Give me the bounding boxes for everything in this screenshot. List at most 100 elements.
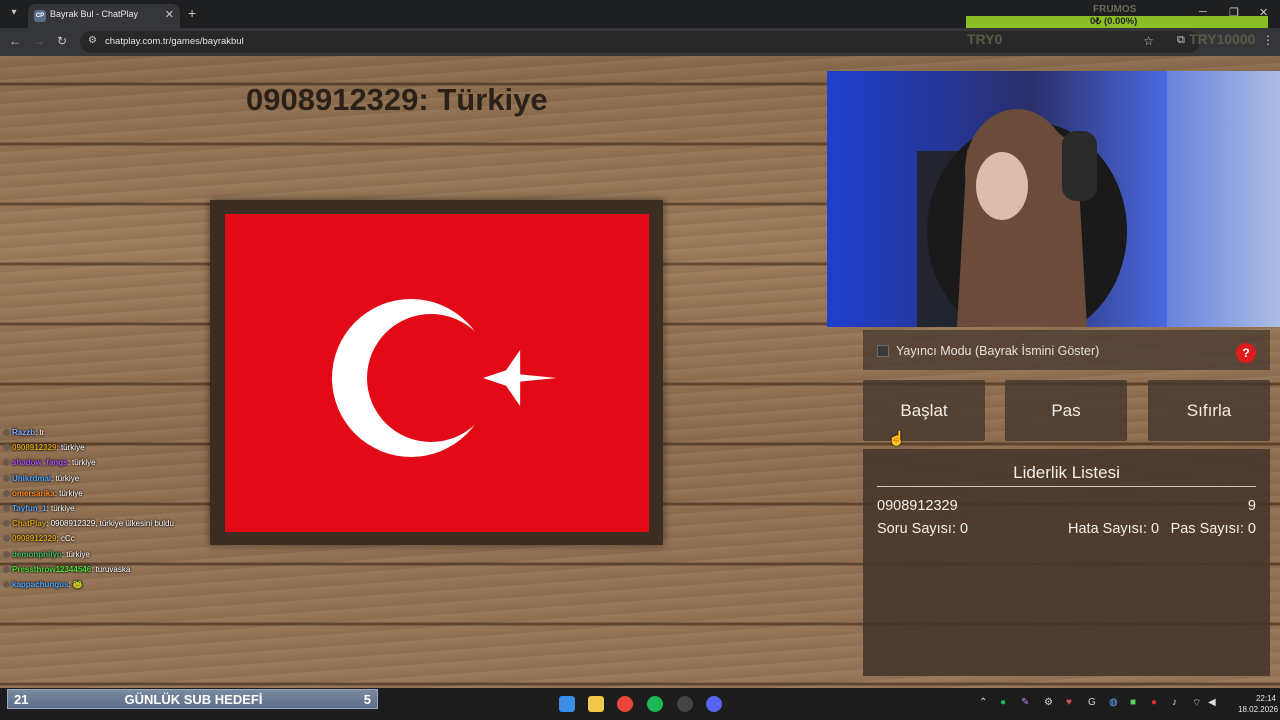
tray-record-icon[interactable]: ●: [1151, 697, 1157, 708]
chat-text: türkiye: [50, 503, 75, 513]
chat-username: ChatPlay: [12, 519, 47, 529]
chat-message: ChatPlay: 0908912329, türkiye ülkesini b…: [3, 519, 203, 534]
chat-text: türkiye: [66, 549, 90, 559]
chat-username: kappachungus: [12, 579, 69, 589]
chat-text: tr: [39, 428, 45, 437]
address-bar[interactable]: ⚙ chatplay.com.tr/games/bayrakbul ☆: [80, 31, 1200, 53]
tray-chevron-icon[interactable]: ⌃: [979, 697, 987, 708]
leaderboard: Liderlik Listesi 0908912329 9 Soru Sayıs…: [863, 449, 1270, 676]
url-text[interactable]: chatplay.com.tr/games/bayrakbul: [105, 36, 244, 47]
tray-pen-icon[interactable]: ✎: [1021, 697, 1029, 708]
chat-username: Unikrdmal: [12, 473, 52, 483]
reset-button[interactable]: Sıfırla: [1148, 380, 1270, 441]
sub-goal-bar: GÜNLÜK SUB HEDEFİ 21 5: [7, 689, 378, 709]
leaderboard-player-score: 9: [1247, 498, 1256, 514]
overlay-label: FRUMOS: [1093, 4, 1137, 15]
tray-nvidia-icon[interactable]: ■: [1130, 697, 1136, 708]
chat-badge-icon: [3, 580, 10, 588]
leaderboard-title: Liderlik Listesi: [1013, 463, 1120, 482]
chat-message: Pressthrow12344546: turuvaska: [3, 565, 203, 580]
chat-badge-icon: [3, 474, 10, 482]
streamer-mode-row: Yayıncı Modu (Bayrak İsmini Göster) ?: [863, 330, 1270, 370]
chat-message: shadow_fangs: türkiye: [3, 458, 203, 473]
tab-active[interactable]: CP Bayrak Bul - ChatPlay ✕: [28, 4, 180, 28]
streamer-mode-checkbox[interactable]: [877, 345, 889, 357]
site-info-icon[interactable]: ⚙: [88, 35, 97, 46]
tray-g-icon[interactable]: G: [1088, 697, 1096, 708]
tray-network-icon[interactable]: ◍: [1109, 697, 1118, 708]
flag-image: [225, 214, 649, 532]
taskbar-clock[interactable]: 22:14 18.02.2026: [1238, 693, 1280, 715]
tab-title: Bayrak Bul - ChatPlay: [50, 9, 139, 19]
chat-badge-icon: [3, 535, 10, 543]
tray-volume-icon[interactable]: ◀: [1208, 697, 1216, 708]
chat-text: türkiye: [55, 473, 80, 483]
sub-goal-label: GÜNLÜK SUB HEDEFİ: [124, 692, 263, 707]
extensions-icon[interactable]: ⧉: [1177, 34, 1185, 47]
chat-badge-icon: [3, 489, 10, 497]
chat-username: demonphilyo: [12, 549, 62, 559]
mouse-cursor-icon: ☝: [888, 430, 906, 446]
leaderboard-player-name: 0908912329: [877, 498, 958, 514]
chat-badge-icon: [3, 565, 10, 573]
spotify-icon[interactable]: [647, 696, 663, 712]
chat-username: 0908912329: [12, 534, 57, 544]
chat-message: 0908912329: türkiye: [3, 443, 203, 458]
chat-message: Razzb: tr: [3, 428, 203, 443]
chat-badge-icon: [3, 444, 10, 452]
clock-date: 18.02.2026: [1238, 705, 1279, 714]
chat-message: Tayfun_1: türkiye: [3, 504, 203, 519]
file-explorer-icon[interactable]: [588, 696, 604, 712]
goal-progress-text: 0₺ (0.00%): [1090, 16, 1138, 27]
back-icon[interactable]: ←: [9, 34, 21, 48]
chat-overlay: Razzb: tr 0908912329: türkiye shadow_fangs…: [3, 428, 203, 595]
chat-message: kappachungus: 🐸: [3, 580, 203, 595]
chat-badge-icon: [3, 504, 10, 512]
start-button[interactable]: Başlat: [863, 380, 985, 441]
tray-mic-icon[interactable]: ♪: [1172, 697, 1177, 708]
chat-text: türkiye: [72, 458, 96, 468]
chat-message: demonphilyo: türkiye: [3, 550, 203, 565]
bookmark-star-icon[interactable]: ☆: [1143, 34, 1154, 48]
chat-message: Unikrdmal: türkiye: [3, 474, 203, 489]
chat-badge-icon: [3, 520, 10, 528]
goal-target-amount: TRY10000: [1189, 31, 1256, 47]
browser-toolbar: ← → ↻ ⚙ chatplay.com.tr/games/bayrakbul …: [0, 28, 1280, 56]
chat-text: türkiye: [59, 488, 83, 498]
leaderboard-divider: [877, 486, 1256, 487]
discord-icon[interactable]: [706, 696, 722, 712]
favicon-icon: CP: [34, 10, 46, 22]
forward-icon[interactable]: →: [33, 34, 45, 48]
reload-icon[interactable]: ↻: [57, 34, 67, 48]
chrome-icon[interactable]: [617, 696, 633, 712]
streamer-mode-label[interactable]: Yayıncı Modu (Bayrak İsmini Göster): [896, 344, 1099, 358]
tray-app-icon[interactable]: ⚙: [1044, 697, 1053, 708]
flag-crescent-inner: [367, 314, 495, 442]
pass-button[interactable]: Pas: [1005, 380, 1127, 441]
chat-text: 0908912329, türkiye ülkesini buldu: [50, 519, 174, 529]
chat-username: shadow_fangs: [12, 458, 68, 468]
plus-icon[interactable]: +: [188, 5, 196, 21]
error-count: Hata Sayısı: 0: [1068, 521, 1160, 537]
tab-search-icon[interactable]: ▾: [6, 5, 22, 21]
chat-badge-icon: [3, 429, 10, 436]
chat-text: 🐸: [72, 579, 83, 589]
obs-icon[interactable]: [677, 696, 693, 712]
menu-icon[interactable]: ⋮: [1262, 33, 1274, 47]
tray-shield-icon[interactable]: ♥: [1066, 697, 1072, 708]
tray-wifi-icon[interactable]: ⌔: [1192, 697, 1201, 710]
chat-text: türkiye: [60, 443, 85, 453]
webcam-feed: [827, 71, 1280, 327]
clock-time: 22:14: [1255, 694, 1276, 703]
chat-username: 0908912329: [12, 443, 57, 453]
start-menu-icon[interactable]: [559, 696, 575, 712]
tray-spotify-icon[interactable]: ●: [1000, 697, 1006, 708]
close-icon[interactable]: ✕: [165, 8, 174, 21]
answer-headline: 0908912329: Türkiye: [246, 82, 548, 117]
sub-goal-current: 21: [14, 692, 29, 707]
question-count: Soru Sayısı: 0: [877, 521, 969, 537]
sub-goal-target: 5: [363, 692, 371, 707]
chat-text: turuvaska: [95, 564, 131, 574]
help-button[interactable]: ?: [1236, 343, 1256, 363]
chat-message: 0908912329: cCc: [3, 534, 203, 549]
